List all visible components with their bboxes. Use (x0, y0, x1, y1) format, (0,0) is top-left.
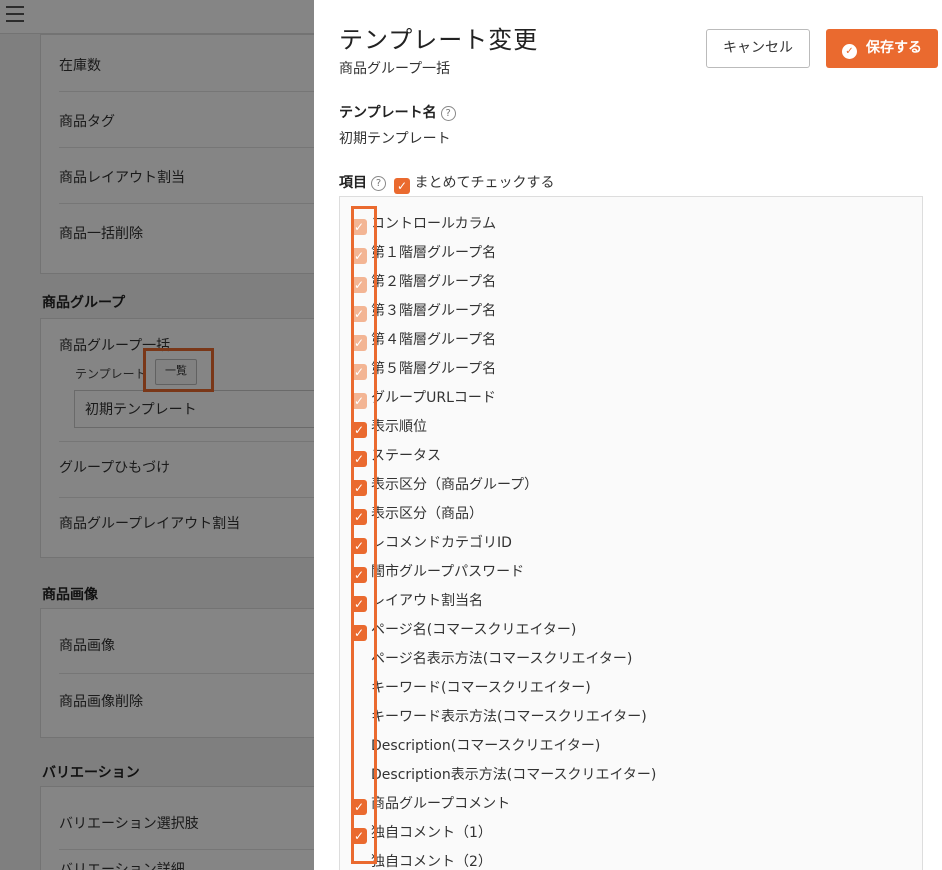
save-button[interactable]: ✓ 保存する (826, 29, 938, 68)
item-label: 表示区分（商品グループ） (371, 477, 539, 493)
item-label: 独自コメント（1） (371, 825, 492, 841)
item-row[interactable]: Description表示方法(コマースクリエイター) (351, 764, 656, 786)
modal-title: テンプレート変更 (339, 26, 539, 54)
items-label-text: 項目 (339, 175, 367, 191)
item-label: 表示区分（商品） (371, 506, 483, 522)
item-label: キーワード表示方法(コマースクリエイター) (371, 709, 647, 725)
item-label: 第４階層グループ名 (371, 332, 497, 348)
help-icon[interactable]: ? (440, 106, 456, 121)
item-row[interactable]: ✓ ページ名(コマースクリエイター) (351, 619, 576, 641)
template-name-label-text: テンプレート名 (339, 105, 437, 121)
items-label: 項目? (339, 172, 386, 192)
item-label: 第２階層グループ名 (371, 274, 497, 290)
check-all-checkbox[interactable]: ✓ (394, 178, 410, 194)
item-label: レイアウト割当名 (371, 593, 483, 609)
check-all-label: まとめてチェックする (414, 175, 555, 191)
items-list: ✓ コントロールカラム ✓ 第１階層グループ名 ✓ 第２階層グループ名 ✓ 第３階層グループ名… (339, 196, 923, 870)
check-all-control[interactable]: ✓ まとめてチェックする (394, 172, 554, 194)
item-label: ページ名表示方法(コマースクリエイター) (371, 651, 633, 667)
item-label: 第１階層グループ名 (371, 245, 497, 261)
item-label: キーワード(コマースクリエイター) (371, 680, 591, 696)
template-name-label: テンプレート名? (339, 102, 456, 122)
item-label: Description(コマースクリエイター) (371, 738, 601, 754)
item-row[interactable]: キーワード表示方法(コマースクリエイター) (351, 706, 647, 728)
modal-subtitle: 商品グループ一括 (339, 61, 451, 77)
item-label: 商品グループコメント (371, 796, 511, 812)
item-row[interactable]: Description(コマースクリエイター) (351, 735, 600, 757)
item-label: コントロールカラム (371, 216, 497, 232)
cancel-button[interactable]: キャンセル (706, 29, 810, 68)
save-button-label: 保存する (866, 40, 922, 56)
item-label: レコメンドカテゴリID (371, 535, 512, 551)
help-icon[interactable]: ? (371, 176, 386, 191)
item-label: 闇市グループパスワード (371, 564, 525, 580)
check-circle-icon: ✓ (842, 44, 857, 59)
item-label: 第５階層グループ名 (371, 361, 497, 377)
template-change-modal: テンプレート変更 商品グループ一括 キャンセル ✓ 保存する テンプレート名? 初… (314, 0, 942, 870)
item-label: 表示順位 (371, 419, 427, 435)
item-row[interactable]: ✓ 表示区分（商品グループ） (351, 474, 538, 496)
item-label: Description表示方法(コマースクリエイター) (371, 767, 657, 783)
item-label: 独自コメント（2） (371, 854, 492, 870)
item-row[interactable]: キーワード(コマースクリエイター) (351, 677, 591, 699)
item-label: 第３階層グループ名 (371, 303, 497, 319)
item-row[interactable]: ページ名表示方法(コマースクリエイター) (351, 648, 632, 670)
checkbox-column-highlight (351, 206, 377, 864)
item-label: ステータス (371, 448, 441, 464)
template-name-value: 初期テンプレート (339, 131, 451, 147)
item-label: ページ名(コマースクリエイター) (371, 622, 577, 638)
item-label: グループURLコード (371, 390, 496, 406)
